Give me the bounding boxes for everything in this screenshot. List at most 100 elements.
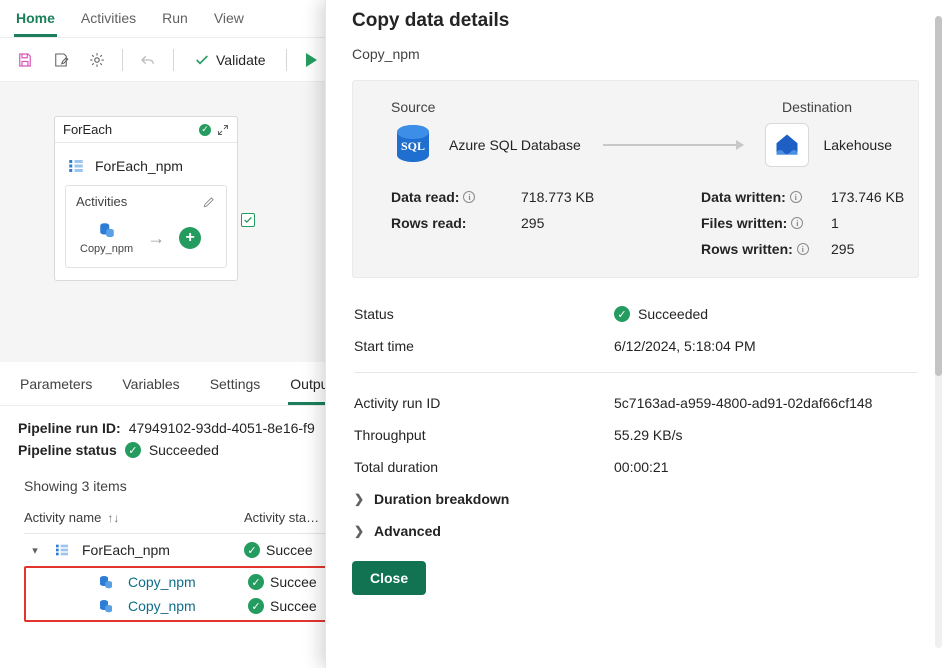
save-button[interactable]	[10, 45, 40, 75]
rows-written-value: 295	[831, 241, 854, 257]
toolbar-divider-2	[173, 49, 174, 71]
source-destination-card: Source Destination SQL Azure SQL Databas…	[352, 80, 919, 278]
pipeline-run-id-value: 47949102-93dd-4051-8e16-f9	[129, 420, 315, 436]
add-activity-button[interactable]: +	[179, 227, 201, 249]
toolbar-divider	[122, 49, 123, 71]
check-small-icon	[243, 215, 253, 225]
panel-title: Copy data details	[352, 10, 919, 32]
activity-run-id-value: 5c7163ad-a959-4800-ad91-02daf66cf148	[614, 395, 872, 411]
success-icon: ✓	[614, 306, 630, 322]
activity-name[interactable]: Copy_npm	[128, 574, 196, 590]
foreach-icon	[54, 542, 70, 558]
arrow-right-icon	[603, 144, 744, 146]
duration-breakdown-expander[interactable]: ❯ Duration breakdown	[354, 483, 917, 515]
copy-activity-mini[interactable]: Copy_npm	[80, 221, 133, 255]
plus-icon: +	[186, 229, 195, 247]
info-icon[interactable]: i	[463, 191, 475, 203]
check-icon	[194, 52, 210, 68]
arrow-right-icon: →	[147, 228, 165, 249]
tab-activities[interactable]: Activities	[79, 6, 138, 37]
status-label: Status	[354, 306, 614, 322]
foreach-node[interactable]: ForEach_npm	[65, 151, 227, 185]
tab-settings-lower[interactable]: Settings	[208, 372, 263, 405]
rows-read-label: Rows read:	[391, 215, 511, 231]
copy-data-icon	[98, 221, 116, 239]
undo-button[interactable]	[133, 45, 163, 75]
chevron-right-icon: ❯	[354, 492, 366, 506]
duration-breakdown-label: Duration breakdown	[374, 491, 509, 507]
pipeline-run-id-label: Pipeline run ID:	[18, 420, 121, 436]
success-icon: ✓	[199, 124, 211, 136]
undo-icon	[139, 51, 157, 69]
chevron-right-icon: ❯	[354, 524, 366, 538]
status-value: Succeeded	[638, 306, 708, 322]
sort-icon: ↑↓	[107, 511, 119, 525]
foreach-activity-card[interactable]: ForEach ✓ ForEach_npm Activities	[54, 116, 238, 281]
gear-icon	[88, 51, 106, 69]
data-written-label: Data written:i	[701, 189, 821, 205]
info-icon[interactable]: i	[791, 217, 803, 229]
col-activity-name-header[interactable]: Activity name ↑↓	[24, 510, 244, 525]
info-icon[interactable]: i	[790, 191, 802, 203]
activity-status: Succee	[266, 542, 313, 558]
tab-home[interactable]: Home	[14, 6, 57, 37]
copy-data-icon	[98, 574, 114, 590]
toolbar-divider-3	[286, 49, 287, 71]
total-duration-label: Total duration	[354, 459, 614, 475]
settings-button[interactable]	[82, 45, 112, 75]
destination-heading: Destination	[782, 99, 852, 115]
scrollbar-thumb[interactable]	[935, 16, 942, 376]
source-name: Azure SQL Database	[449, 137, 581, 153]
run-button[interactable]	[297, 45, 327, 75]
divider	[354, 372, 917, 373]
save-as-button[interactable]	[46, 45, 76, 75]
files-written-label: Files written:i	[701, 215, 821, 231]
tab-view[interactable]: View	[212, 6, 246, 37]
scrollbar[interactable]	[935, 16, 942, 648]
start-time-label: Start time	[354, 338, 614, 354]
inner-activities-box: Activities Copy_npm →	[65, 185, 227, 268]
advanced-expander[interactable]: ❯ Advanced	[354, 515, 917, 547]
tab-run[interactable]: Run	[160, 6, 190, 37]
output-port-success[interactable]	[241, 213, 255, 227]
tab-parameters[interactable]: Parameters	[18, 372, 94, 405]
data-written-value: 173.746 KB	[831, 189, 904, 205]
info-icon[interactable]: i	[797, 243, 809, 255]
save-icon	[16, 51, 34, 69]
copy-details-panel: Copy data details Copy_npm Source Destin…	[325, 0, 945, 668]
destination-name: Lakehouse	[823, 137, 892, 153]
close-button[interactable]: Close	[352, 561, 426, 595]
activities-label: Activities	[76, 194, 127, 209]
activity-status: Succee	[270, 574, 317, 590]
panel-subtitle: Copy_npm	[352, 46, 919, 62]
success-icon: ✓	[248, 598, 264, 614]
tab-variables[interactable]: Variables	[120, 372, 181, 405]
svg-text:SQL: SQL	[401, 139, 425, 153]
foreach-icon	[67, 157, 85, 175]
chevron-down-icon[interactable]: ▾	[28, 544, 42, 557]
collapse-icon[interactable]	[217, 124, 229, 136]
validate-button[interactable]: Validate	[184, 48, 276, 72]
files-written-value: 1	[831, 215, 839, 231]
pipeline-status-value: Succeeded	[149, 442, 219, 458]
throughput-label: Throughput	[354, 427, 614, 443]
throughput-value: 55.29 KB/s	[614, 427, 683, 443]
col-activity-name-label: Activity name	[24, 510, 101, 525]
pencil-icon[interactable]	[202, 195, 216, 209]
play-icon	[306, 53, 317, 67]
data-read-label: Data read:i	[391, 189, 511, 205]
source-heading: Source	[391, 99, 435, 115]
activity-run-id-label: Activity run ID	[354, 395, 614, 411]
success-icon: ✓	[248, 574, 264, 590]
activity-name[interactable]: Copy_npm	[128, 598, 196, 614]
advanced-label: Advanced	[374, 523, 441, 539]
sql-database-icon: SQL	[391, 123, 435, 167]
save-pencil-icon	[52, 51, 70, 69]
copy-mini-label: Copy_npm	[80, 243, 133, 255]
total-duration-value: 00:00:21	[614, 459, 669, 475]
activity-name: ForEach_npm	[82, 542, 170, 558]
lakehouse-icon	[765, 123, 809, 167]
activity-status: Succee	[270, 598, 317, 614]
pipeline-status-label: Pipeline status	[18, 442, 117, 458]
start-time-value: 6/12/2024, 5:18:04 PM	[614, 338, 756, 354]
